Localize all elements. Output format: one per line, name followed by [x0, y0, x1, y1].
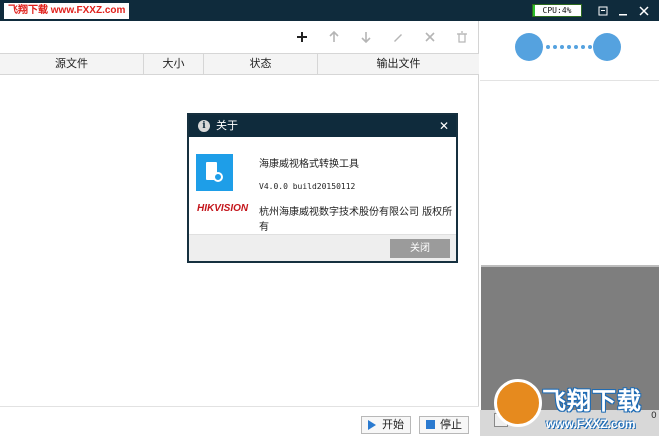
link-dot	[574, 45, 578, 49]
link-dot	[581, 45, 585, 49]
cpu-usage-indicator: CPU:4%	[532, 4, 582, 17]
app-name: 海康威视格式转换工具	[259, 159, 359, 170]
link-dot	[560, 45, 564, 49]
dialog-close-icon[interactable]: ✕	[439, 115, 449, 137]
target-node-icon	[593, 33, 621, 61]
dialog-footer: 关闭	[189, 234, 456, 261]
close-button[interactable]: 关闭	[390, 239, 450, 258]
download-watermark: 飞翔下载 www.FXXZ.com	[494, 375, 654, 436]
copyright-text: 杭州海康威视数字技术股份有限公司 版权所有	[259, 207, 453, 233]
remove-icon[interactable]	[422, 29, 438, 45]
action-bar: 开始 停止	[0, 406, 479, 436]
source-node-icon	[515, 33, 543, 61]
column-header-size[interactable]: 大小	[144, 54, 204, 74]
column-header-output[interactable]: 输出文件	[318, 54, 479, 74]
link-dot	[567, 45, 571, 49]
start-button[interactable]: 开始	[361, 416, 411, 434]
move-down-icon[interactable]	[358, 29, 374, 45]
watermark-title: 飞翔下载	[542, 387, 642, 415]
link-dot	[588, 45, 592, 49]
add-icon[interactable]	[294, 29, 310, 45]
restore-icon[interactable]	[613, 1, 633, 20]
app-version: V4.0.0 build20150112	[259, 182, 356, 191]
convert-icon	[213, 172, 223, 182]
stop-icon	[426, 420, 435, 429]
column-header-source[interactable]: 源文件	[0, 54, 144, 74]
right-panel: 0 飞翔下载 www.FXXZ.com	[480, 21, 659, 436]
minimize-icon[interactable]	[593, 1, 613, 20]
move-up-icon[interactable]	[326, 29, 342, 45]
edit-icon[interactable]	[390, 29, 406, 45]
cpu-usage-label: CPU:4%	[542, 6, 572, 15]
title-bar: 飞翔下载 www.FXXZ.com CPU:4%	[0, 0, 659, 21]
dialog-title-bar: i 关于 ✕	[189, 115, 456, 137]
link-dot	[546, 45, 550, 49]
site-watermark: 飞翔下载 www.FXXZ.com	[4, 3, 130, 19]
watermark-url: www.FXXZ.com	[546, 417, 636, 431]
app-icon	[196, 154, 233, 191]
toolbar	[0, 21, 479, 53]
about-dialog: i 关于 ✕ 海康威视格式转换工具 V4.0.0 build20150112 H…	[187, 113, 458, 263]
info-icon: i	[198, 120, 210, 132]
play-icon	[368, 420, 376, 430]
cpu-usage-bar	[533, 5, 535, 16]
close-icon[interactable]	[634, 1, 654, 20]
dialog-title: 关于	[216, 119, 238, 132]
trash-icon[interactable]	[454, 29, 470, 45]
column-header-status[interactable]: 状态	[204, 54, 318, 74]
stop-button[interactable]: 停止	[419, 416, 469, 434]
link-dot	[553, 45, 557, 49]
stop-button-label: 停止	[440, 418, 462, 431]
hikvision-logo: HIKVISION	[197, 203, 249, 214]
table-header: 源文件 大小 状态 输出文件	[0, 53, 479, 75]
connection-status	[480, 21, 659, 81]
start-button-label: 开始	[382, 418, 404, 431]
watermark-logo-icon	[494, 379, 542, 427]
